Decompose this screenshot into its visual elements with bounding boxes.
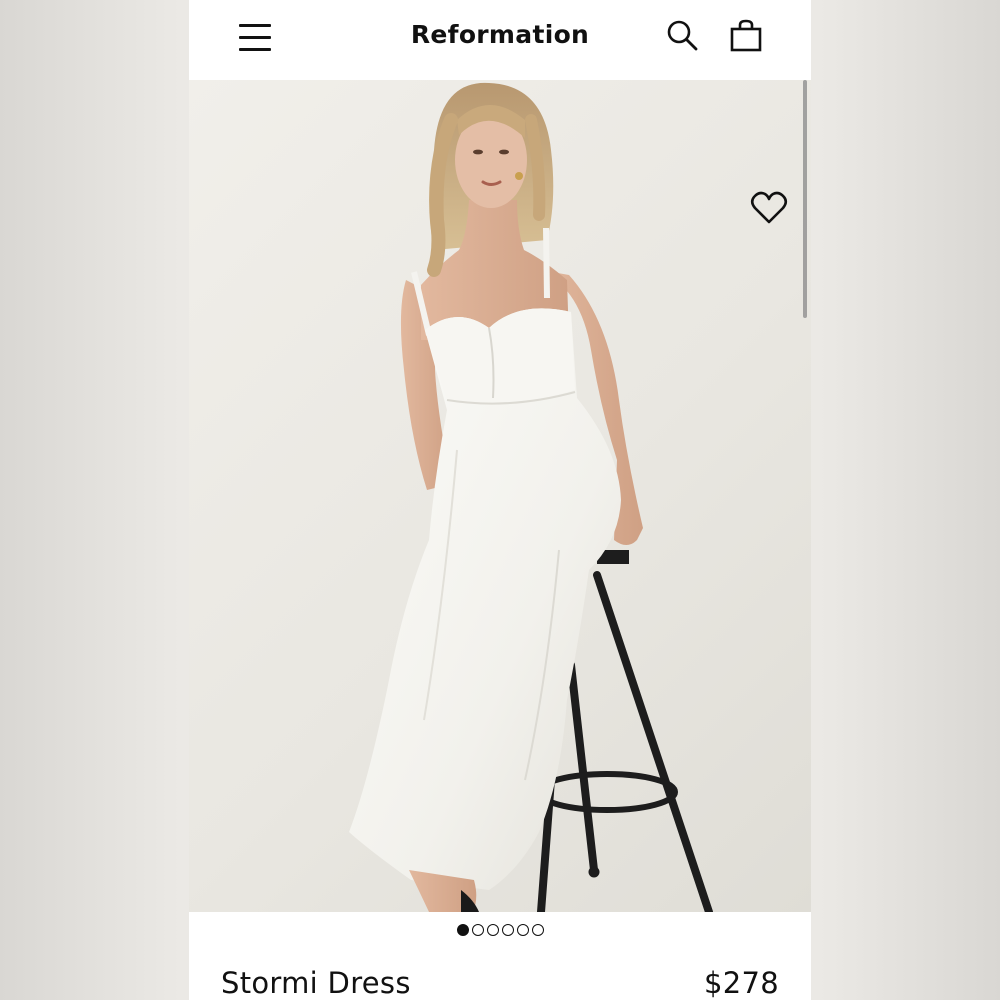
gallery-dot-5[interactable] <box>516 924 529 936</box>
gallery-dot-6[interactable] <box>531 924 544 936</box>
gallery-dot-3[interactable] <box>486 924 499 936</box>
hamburger-menu-icon-line <box>239 48 271 51</box>
top-header: Reformation <box>189 0 811 80</box>
hamburger-menu-icon-line <box>239 36 271 39</box>
hamburger-menu-icon <box>239 24 271 27</box>
shopping-bag-button[interactable] <box>728 17 764 55</box>
heart-outline-icon <box>750 191 788 224</box>
search-icon <box>667 20 698 51</box>
gallery-pagination <box>189 924 811 940</box>
favorite-button[interactable] <box>749 188 789 228</box>
gallery-dot-1[interactable] <box>456 924 469 936</box>
product-name: Stormi Dress <box>221 966 411 1000</box>
scrollbar[interactable] <box>803 80 807 318</box>
product-price: $278 <box>703 966 779 1000</box>
gallery-dot-4[interactable] <box>501 924 514 936</box>
gallery-dot-2[interactable] <box>471 924 484 936</box>
product-photo <box>349 82 713 912</box>
menu-button[interactable] <box>237 20 275 56</box>
phone-screen: Reformation Stormi Dress $278 <box>189 0 811 1000</box>
brand-logo[interactable]: Reformation <box>189 20 811 49</box>
search-button[interactable] <box>665 18 701 54</box>
product-image-gallery[interactable] <box>189 80 811 912</box>
shopping-bag-icon <box>730 19 762 52</box>
